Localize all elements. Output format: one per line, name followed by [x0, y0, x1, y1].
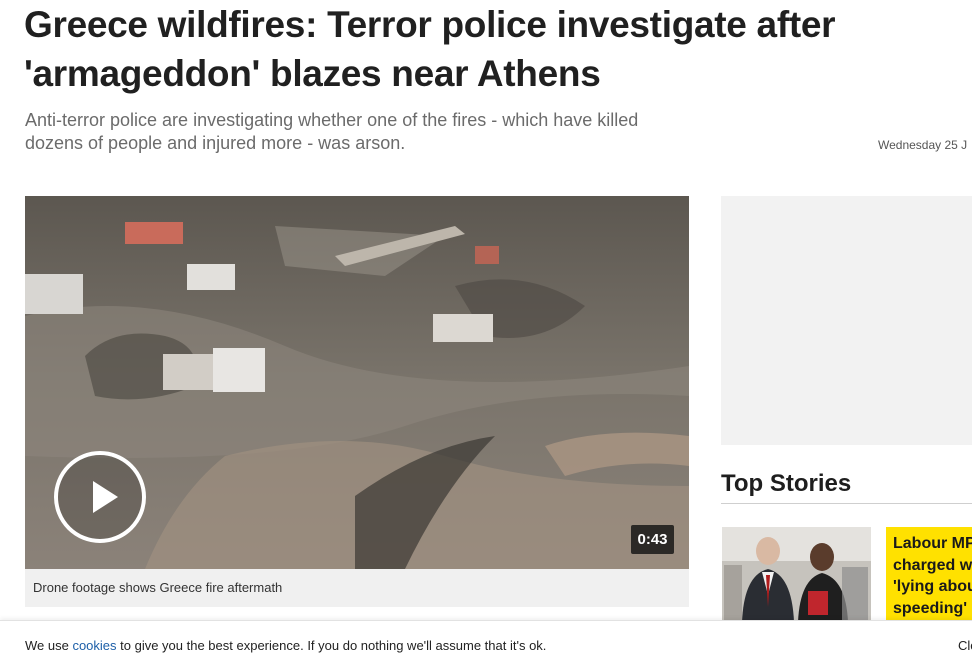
- article-headline: Greece wildfires: Terror police investig…: [24, 4, 836, 94]
- cookies-link[interactable]: cookies: [72, 638, 116, 653]
- top-stories-divider: [721, 503, 972, 504]
- story-thumbnail-image: [722, 527, 871, 622]
- story-headline-card[interactable]: Labour MP charged w 'lying abou speeding…: [886, 527, 972, 622]
- story-thumbnail[interactable]: [722, 527, 871, 622]
- top-stories-heading: Top Stories: [721, 470, 852, 497]
- video-player[interactable]: 0:43 Drone footage shows Greece fire aft…: [25, 196, 689, 607]
- advert-slot: [721, 196, 972, 445]
- story-headline[interactable]: Labour MP charged w 'lying abou speeding…: [886, 527, 972, 619]
- article-date: Wednesday 25 J: [878, 138, 968, 152]
- cookie-message: We use cookies to give you the best expe…: [25, 638, 546, 653]
- article-standfirst: Anti-terror police are investigating whe…: [25, 110, 639, 153]
- play-button[interactable]: [54, 451, 146, 543]
- play-icon: [93, 481, 118, 513]
- cookie-close-button[interactable]: Clo: [958, 638, 972, 653]
- cookie-text-before: We use: [25, 638, 73, 653]
- video-frame[interactable]: 0:43: [25, 196, 689, 569]
- cookie-text-after: to give you the best experience. If you …: [116, 638, 547, 653]
- video-duration-badge: 0:43: [631, 525, 674, 554]
- video-caption: Drone footage shows Greece fire aftermat…: [33, 580, 283, 595]
- cookie-banner: We use cookies to give you the best expe…: [0, 620, 972, 660]
